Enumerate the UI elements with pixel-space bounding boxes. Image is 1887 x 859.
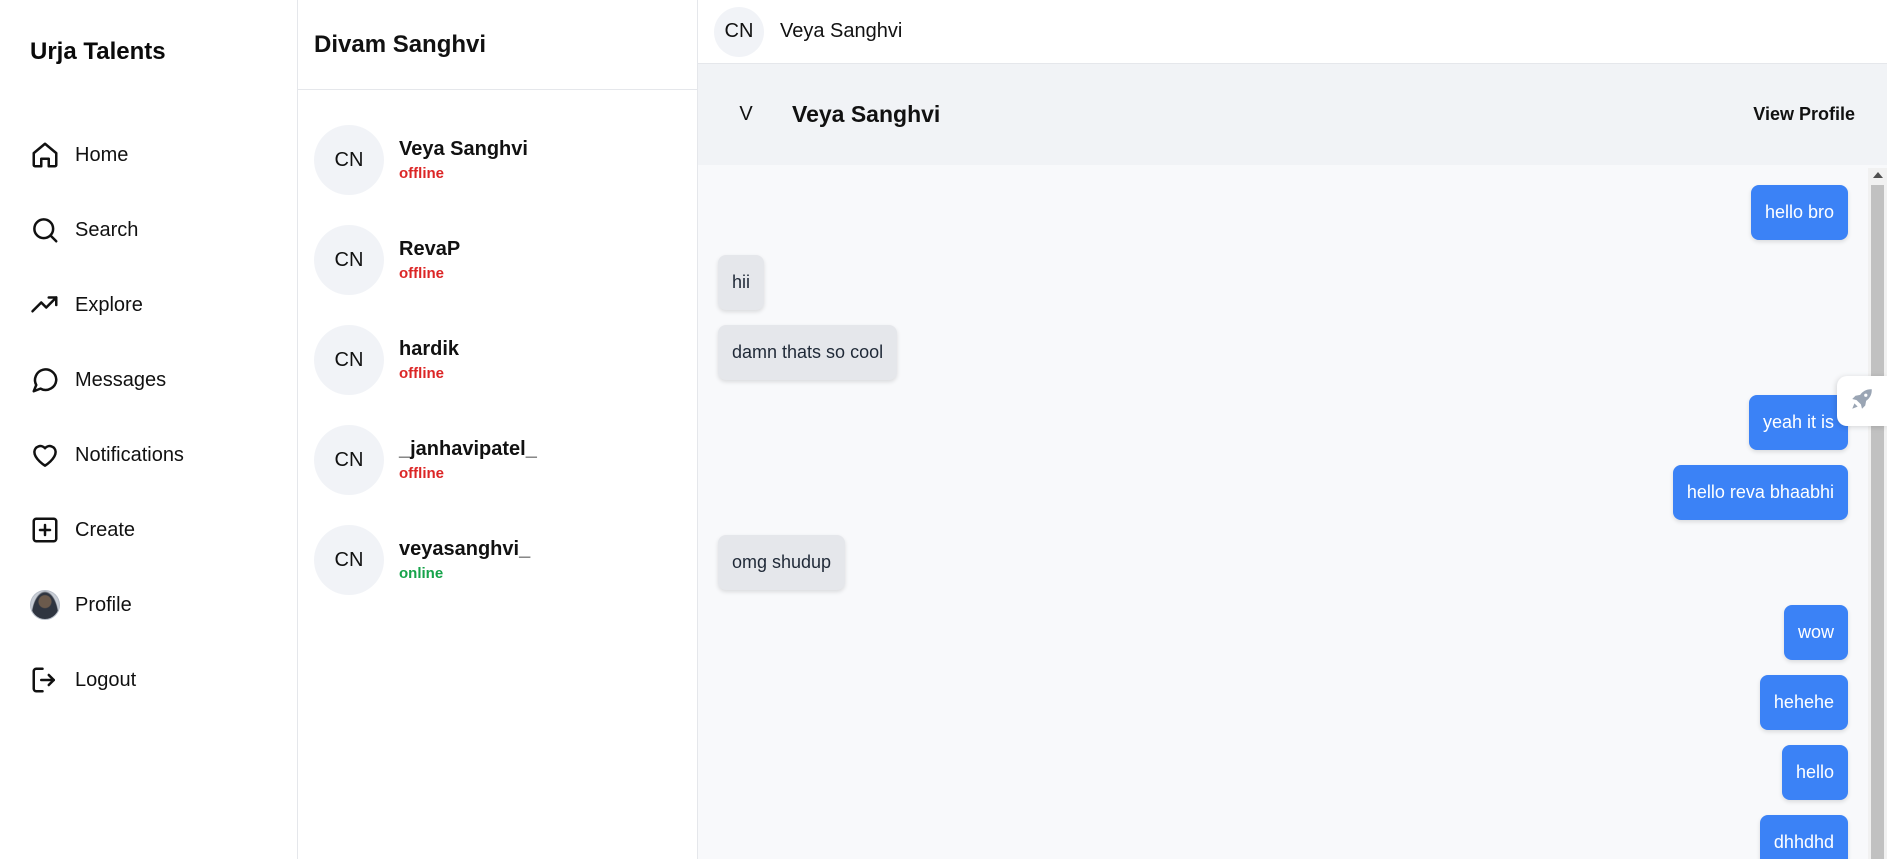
scroll-up-arrow[interactable] (1873, 172, 1883, 178)
home-icon (30, 140, 60, 170)
conversation-name: _janhavipatel_ (399, 438, 537, 460)
nav-label-logout: Logout (75, 668, 137, 691)
avatar: CN (314, 325, 384, 395)
logout-icon (30, 665, 60, 695)
nav-item-notifications[interactable]: Notifications (30, 437, 270, 473)
avatar: CN (314, 525, 384, 595)
topbar-contact-name: Veya Sanghvi (780, 20, 903, 42)
incoming-message: hii (718, 255, 765, 310)
rocket-icon (1849, 386, 1875, 417)
status-label: online (399, 565, 444, 582)
nav-item-profile[interactable]: Profile (30, 587, 270, 623)
avatar: CN (714, 6, 764, 57)
outgoing-message: hehehe (1759, 675, 1848, 730)
avatar: CN (314, 225, 384, 295)
status-label: offline (399, 265, 444, 282)
avatar: V (718, 86, 774, 143)
floating-action-button[interactable] (1837, 376, 1887, 426)
nav-item-home[interactable]: Home (30, 137, 270, 173)
nav-label-home: Home (75, 143, 129, 166)
outgoing-message: wow (1783, 605, 1848, 660)
outgoing-message: yeah it is (1748, 395, 1848, 450)
outgoing-message: hello (1781, 745, 1848, 800)
conversation-list: Divam Sanghvi CN Veya Sanghvi offline CN… (298, 0, 698, 859)
nav-item-search[interactable]: Search (30, 212, 270, 248)
conversation-name: Veya Sanghvi (399, 138, 528, 160)
chat-contact-name: Veya Sanghvi (792, 101, 941, 127)
trending-up-icon (30, 290, 60, 320)
conversation-item[interactable]: CN Veya Sanghvi offline (314, 124, 684, 196)
outgoing-message: dhhdhd (1759, 815, 1848, 859)
conversation-item[interactable]: CN _janhavipatel_ offline (314, 424, 684, 496)
chat-pane: CN Veya Sanghvi V Veya Sanghvi View Prof… (698, 0, 1887, 859)
conversation-list-header: Divam Sanghvi (298, 0, 697, 90)
conversation-item[interactable]: CN hardik offline (314, 324, 684, 396)
conversation-item[interactable]: CN RevaP offline (314, 224, 684, 296)
incoming-message: damn thats so cool (718, 325, 898, 380)
view-profile-button[interactable]: View Profile (1753, 104, 1855, 125)
conversation-name: RevaP (399, 238, 461, 260)
brand-logo-text[interactable]: Urja Talents (30, 38, 166, 66)
status-label: offline (399, 165, 444, 182)
nav-item-logout[interactable]: Logout (30, 662, 270, 698)
scrollbar[interactable] (1868, 168, 1887, 859)
chat-topbar: CN Veya Sanghvi (698, 0, 1887, 64)
outgoing-message: hello bro (1750, 185, 1848, 240)
status-label: offline (399, 465, 444, 482)
nav-label-search: Search (75, 218, 139, 241)
chat-header: V Veya Sanghvi View Profile (698, 64, 1887, 165)
nav-label-messages: Messages (75, 368, 167, 391)
message-thread: hello bro hii damn thats so cool yeah it… (698, 165, 1868, 859)
nav-item-messages[interactable]: Messages (30, 362, 270, 398)
incoming-message: omg shudup (718, 535, 846, 590)
search-icon (30, 215, 60, 245)
nav-label-profile: Profile (75, 593, 132, 616)
current-user-name: Divam Sanghvi (314, 30, 487, 58)
status-label: offline (399, 365, 444, 382)
conversation-name: veyasanghvi_ (399, 538, 531, 560)
nav-label-explore: Explore (75, 293, 143, 316)
plus-square-icon (30, 515, 60, 545)
conversation-item[interactable]: CN veyasanghvi_ online (314, 524, 684, 596)
conversation-name: hardik (399, 338, 460, 360)
message-circle-icon (30, 365, 60, 395)
outgoing-message: hello reva bhaabhi (1672, 465, 1848, 520)
scrollbar-thumb[interactable] (1871, 185, 1884, 859)
avatar: CN (314, 125, 384, 195)
nav-item-explore[interactable]: Explore (30, 287, 270, 323)
heart-icon (30, 440, 60, 470)
avatar: CN (314, 425, 384, 495)
sidebar-nav: Urja Talents Home Search Explore Message… (0, 0, 298, 859)
profile-avatar (30, 590, 60, 620)
nav-label-create: Create (75, 518, 136, 541)
nav-item-create[interactable]: Create (30, 512, 270, 548)
nav-label-notifications: Notifications (75, 443, 184, 466)
